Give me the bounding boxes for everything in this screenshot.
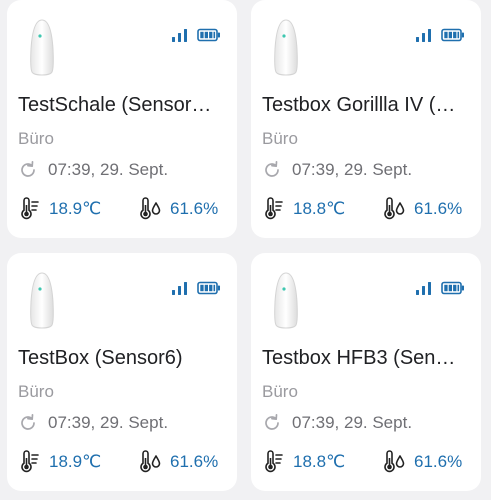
last-update-time: 07:39, 29. Sept. xyxy=(292,160,413,179)
sensor-name: TestSchale (Sensor… xyxy=(18,94,212,116)
thermometer-icon xyxy=(265,450,283,473)
temperature-reading: 18.8℃ xyxy=(261,450,345,474)
last-update-time: 07:39, 29. Sept. xyxy=(48,160,169,179)
sensor-room: Büro xyxy=(18,382,54,401)
signal-strength-icon xyxy=(416,282,431,295)
last-update-time: 07:39, 29. Sept. xyxy=(48,413,169,432)
battery-full-icon xyxy=(441,28,464,42)
humidity-value: 61.6% xyxy=(414,199,463,218)
last-update-row: 07:39, 29. Sept. xyxy=(18,412,168,434)
humidity-value: 61.6% xyxy=(414,452,463,471)
battery-full-icon xyxy=(197,281,220,295)
sensor-card-4[interactable]: Testbox HFB3 (Sen… Büro 07:39, 29. Sept.… xyxy=(251,253,481,491)
humidity-value: 61.6% xyxy=(170,452,219,471)
humidity-thermometer-icon xyxy=(384,450,405,473)
humidity-reading: 61.6% xyxy=(382,197,462,221)
humidity-reading: 61.6% xyxy=(138,450,218,474)
temperature-reading: 18.9℃ xyxy=(17,197,101,221)
sensor-card-1[interactable]: TestSchale (Sensor… Büro 07:39, 29. Sept… xyxy=(7,0,237,238)
temperature-value: 18.8℃ xyxy=(293,452,346,471)
battery-full-icon xyxy=(441,281,464,295)
battery-full-icon xyxy=(197,28,220,42)
sensor-device-icon xyxy=(274,19,298,76)
thermometer-icon xyxy=(21,197,39,220)
temperature-value: 18.9℃ xyxy=(49,452,102,471)
humidity-reading: 61.6% xyxy=(138,197,218,221)
sensor-room: Büro xyxy=(262,129,298,148)
signal-strength-icon xyxy=(172,282,187,295)
refresh-icon[interactable] xyxy=(262,160,282,180)
refresh-icon[interactable] xyxy=(18,160,38,180)
sensor-device-icon xyxy=(274,272,298,329)
refresh-icon[interactable] xyxy=(18,413,38,433)
temperature-value: 18.9℃ xyxy=(49,199,102,218)
sensor-device-icon xyxy=(30,272,54,329)
last-update-row: 07:39, 29. Sept. xyxy=(262,159,412,181)
temperature-reading: 18.9℃ xyxy=(17,450,101,474)
sensor-room: Büro xyxy=(262,382,298,401)
sensor-name: TestBox (Sensor6) xyxy=(18,347,183,369)
sensor-card-grid: TestSchale (Sensor… Büro 07:39, 29. Sept… xyxy=(0,0,491,500)
humidity-value: 61.6% xyxy=(170,199,219,218)
sensor-card-3[interactable]: TestBox (Sensor6) Büro 07:39, 29. Sept. … xyxy=(7,253,237,491)
refresh-icon[interactable] xyxy=(262,413,282,433)
temperature-value: 18.8℃ xyxy=(293,199,346,218)
signal-strength-icon xyxy=(416,29,431,42)
last-update-time: 07:39, 29. Sept. xyxy=(292,413,413,432)
humidity-thermometer-icon xyxy=(384,197,405,220)
thermometer-icon xyxy=(265,197,283,220)
signal-strength-icon xyxy=(172,29,187,42)
humidity-reading: 61.6% xyxy=(382,450,462,474)
sensor-name: Testbox Gorillla IV (… xyxy=(262,94,456,116)
thermometer-icon xyxy=(21,450,39,473)
sensor-name: Testbox HFB3 (Sen… xyxy=(262,347,456,369)
sensor-device-icon xyxy=(30,19,54,76)
sensor-card-2[interactable]: Testbox Gorillla IV (… Büro 07:39, 29. S… xyxy=(251,0,481,238)
humidity-thermometer-icon xyxy=(140,450,161,473)
temperature-reading: 18.8℃ xyxy=(261,197,345,221)
sensor-room: Büro xyxy=(18,129,54,148)
last-update-row: 07:39, 29. Sept. xyxy=(18,159,168,181)
last-update-row: 07:39, 29. Sept. xyxy=(262,412,412,434)
humidity-thermometer-icon xyxy=(140,197,161,220)
